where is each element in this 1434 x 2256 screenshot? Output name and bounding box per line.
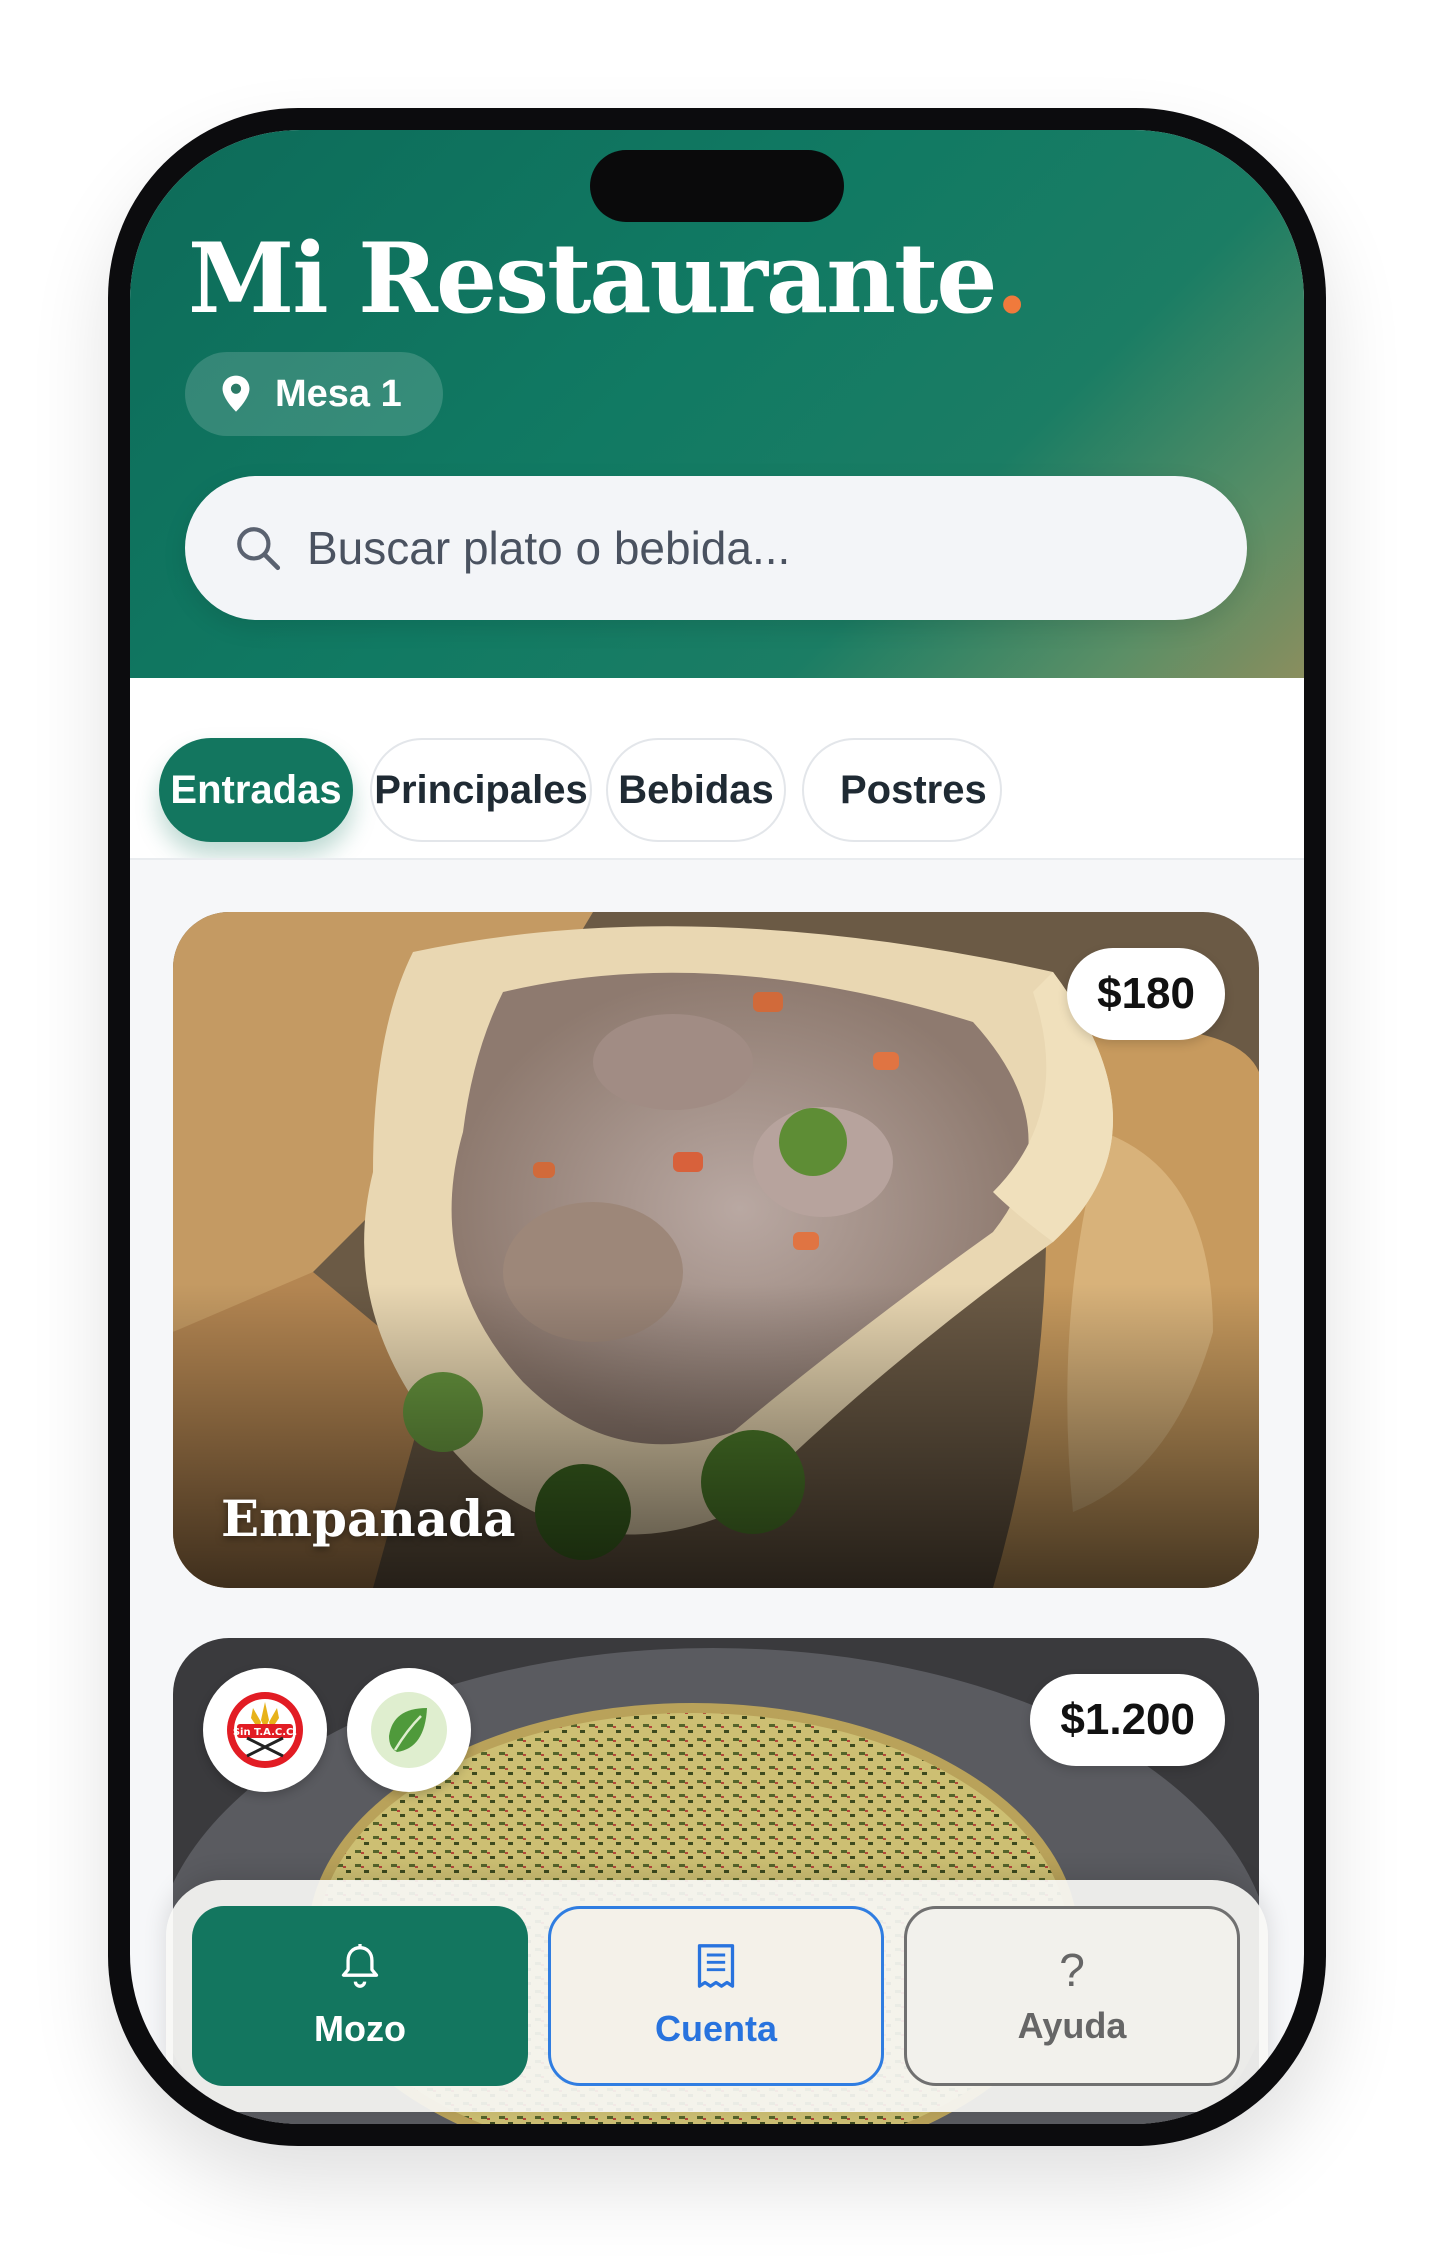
price-badge: $180 (1067, 948, 1225, 1040)
call-waiter-button[interactable]: Mozo (192, 1906, 528, 2086)
search-input[interactable] (305, 520, 1247, 576)
restaurant-title-text: Mi Restaurante (188, 222, 997, 335)
gluten-free-badge: Sin T.A.C.C. (203, 1668, 327, 1792)
dynamic-island (590, 150, 844, 222)
search-bar[interactable] (185, 476, 1247, 620)
title-accent-dot: . (995, 222, 1028, 335)
svg-text:Sin T.A.C.C.: Sin T.A.C.C. (233, 1727, 297, 1738)
table-label: Mesa 1 (275, 372, 402, 415)
sin-tacc-icon: Sin T.A.C.C. (227, 1692, 303, 1768)
ayuda-label: Ayuda (1017, 2005, 1127, 2046)
price-badge: $1.200 (1030, 1674, 1225, 1766)
dish-card-empanada[interactable]: $180 Empanada (173, 912, 1259, 1588)
restaurant-title: Mi Restaurante. (188, 222, 1029, 335)
leaf-icon (371, 1692, 447, 1768)
mozo-label: Mozo (314, 2008, 406, 2049)
location-pin-icon (222, 375, 250, 412)
tab-postres[interactable]: Postres (802, 738, 1002, 842)
bottom-action-bar: Mozo Cuenta ? Ayuda (166, 1880, 1268, 2112)
bell-icon (341, 1944, 379, 1988)
tab-bebidas[interactable]: Bebidas (606, 738, 786, 842)
question-mark-icon: ? (1059, 1944, 1085, 1996)
help-button[interactable]: ? Ayuda (904, 1906, 1240, 2086)
dish-name: Empanada (221, 1489, 516, 1548)
search-icon (237, 527, 281, 571)
receipt-icon (697, 1944, 735, 1988)
cuenta-label: Cuenta (654, 2008, 777, 2049)
app-header: Mi Restaurante. Mesa 1 (130, 130, 1304, 678)
tab-entradas[interactable]: Entradas (159, 738, 353, 842)
phone-frame: Mi Restaurante. Mesa 1 Entradas Principa… (108, 108, 1326, 2146)
tab-principales[interactable]: Principales (370, 738, 592, 842)
category-tabs: Entradas Principales Bebidas Postres (130, 678, 1304, 860)
bill-button[interactable]: Cuenta (548, 1906, 884, 2086)
app-screen: Mi Restaurante. Mesa 1 Entradas Principa… (130, 130, 1304, 2124)
vegetarian-badge (347, 1668, 471, 1792)
table-chip[interactable]: Mesa 1 (185, 352, 443, 436)
